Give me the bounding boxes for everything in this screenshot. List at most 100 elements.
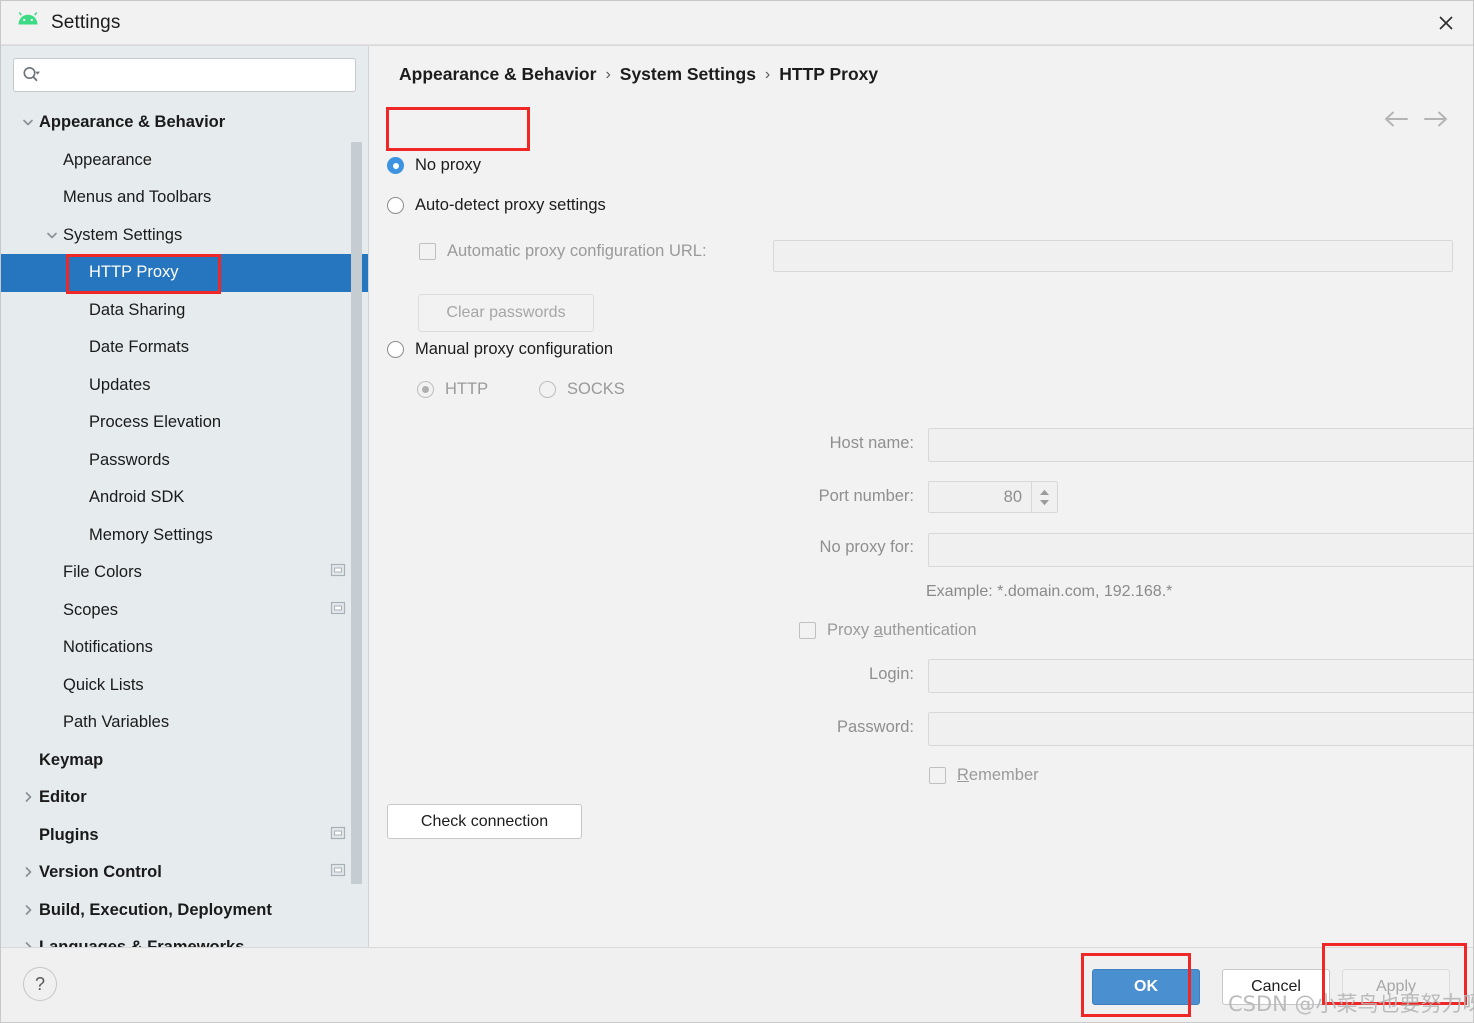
tree-toggle [67,304,89,316]
settings-tree[interactable]: Appearance & Behavior Appearance Menus and… [1,104,368,947]
sidebar-item-label: Passwords [89,450,170,469]
check-connection-button[interactable]: Check connection [387,804,582,839]
sidebar-scrollbar[interactable] [351,142,362,884]
sidebar-item-quick-lists[interactable]: Quick Lists [1,667,368,705]
sidebar-item-editor[interactable]: Editor [1,779,368,817]
checkbox-auto-pac[interactable]: Automatic proxy configuration URL: [419,242,707,261]
module-badge-icon [330,864,346,877]
radio-label-http: HTTP [445,380,489,398]
radio-protocol-socks[interactable]: SOCKS [539,380,625,399]
help-button[interactable]: ? [23,967,57,1001]
module-badge-icon [330,863,346,882]
sidebar-item-android-sdk[interactable]: Android SDK [1,479,368,517]
radio-no-proxy[interactable]: No proxy [387,156,481,175]
tree-toggle [67,267,89,279]
sidebar-item-data-sharing[interactable]: Data Sharing [1,292,368,330]
sidebar-item-label: Appearance [63,150,152,169]
sidebar-item-menus-and-toolbars[interactable]: Menus and Toolbars [1,179,368,217]
sidebar-item-appearance[interactable]: Appearance [1,142,368,180]
radio-label-no-proxy: No proxy [415,156,482,174]
sidebar-item-keymap[interactable]: Keymap [1,742,368,780]
sidebar-item-file-colors[interactable]: File Colors [1,554,368,592]
module-badge-icon [330,601,346,620]
tree-toggle[interactable] [17,116,39,129]
login-input[interactable] [928,659,1473,693]
tree-toggle[interactable] [17,866,39,879]
chevron-right-icon[interactable] [22,791,35,804]
sidebar-item-plugins[interactable]: Plugins [1,817,368,855]
sidebar-item-process-elevation[interactable]: Process Elevation [1,404,368,442]
no-proxy-for-input[interactable] [928,533,1473,567]
example-note: Example: *.domain.com, 192.168.* [926,583,1173,600]
sidebar-item-appearance-behavior[interactable]: Appearance & Behavior [1,104,368,142]
module-badge-icon [330,564,346,577]
chevron-right-icon[interactable] [22,866,35,879]
auto-pac-url-input[interactable] [773,240,1453,272]
radio-label-auto-detect: Auto-detect proxy settings [415,196,606,214]
radio-protocol-http[interactable]: HTTP [417,380,488,399]
radio-indicator-no-proxy [387,157,404,174]
search-input[interactable] [48,66,347,84]
tree-toggle [41,567,63,579]
settings-main-panel: Appearance & Behavior › System Settings … [369,46,1473,947]
password-input[interactable] [928,712,1473,746]
tree-toggle[interactable] [17,791,39,804]
sidebar-item-memory-settings[interactable]: Memory Settings [1,517,368,555]
password-label: Password: [836,718,914,736]
sidebar-item-label: Plugins [39,825,99,844]
checkbox-label-remember: Remember [957,766,1039,784]
port-number-stepper[interactable]: 80 [928,481,1058,513]
sidebar-item-languages-frameworks[interactable]: Languages & Frameworks [1,929,368,947]
stepper-arrows[interactable] [1031,482,1057,512]
tree-toggle [67,342,89,354]
tree-toggle [67,529,89,541]
title-bar: Settings [1,1,1473,45]
sidebar-item-passwords[interactable]: Passwords [1,442,368,480]
sidebar-item-version-control[interactable]: Version Control [1,854,368,892]
sidebar-item-label: Scopes [63,600,119,619]
sidebar-item-date-formats[interactable]: Date Formats [1,329,368,367]
sidebar-item-label: Path Variables [63,713,170,732]
window-title: Settings [51,11,121,33]
tree-toggle [67,417,89,429]
sidebar-item-scopes[interactable]: Scopes [1,592,368,630]
radio-indicator-socks [539,381,556,398]
radio-indicator-auto-detect [387,197,404,214]
sidebar-item-label: Languages & Frameworks [39,938,244,947]
sidebar-item-build-execution-deployment[interactable]: Build, Execution, Deployment [1,892,368,930]
sidebar-item-notifications[interactable]: Notifications [1,629,368,667]
sidebar-item-label: Notifications [63,638,153,657]
radio-auto-detect[interactable]: Auto-detect proxy settings [387,196,606,215]
tree-toggle[interactable] [41,229,63,242]
clear-passwords-button[interactable]: Clear passwords [418,294,594,332]
chevron-right-icon[interactable] [22,904,35,917]
chevron-down-icon[interactable] [46,229,59,242]
checkbox-label-auto-pac: Automatic proxy configuration URL: [447,242,707,260]
tree-toggle[interactable] [17,904,39,917]
checkbox-proxy-authentication[interactable]: Proxy authentication [799,621,977,640]
check-connection-label: Check connection [420,812,549,830]
sidebar-item-label: Memory Settings [89,525,213,544]
chevron-down-icon[interactable] [22,116,35,129]
host-name-input[interactable] [928,428,1473,462]
settings-dialog: Settings Appearance & Behavior Appearanc… [0,0,1474,1023]
radio-manual-proxy[interactable]: Manual proxy configuration [387,340,613,359]
sidebar-item-http-proxy[interactable]: HTTP Proxy [1,254,368,292]
sidebar-item-label: Process Elevation [89,413,222,432]
ok-button[interactable]: OK [1092,969,1200,1005]
search-box[interactable] [13,58,356,92]
tree-toggle [41,192,63,204]
sidebar-item-label: File Colors [63,563,142,582]
checkbox-remember[interactable]: Remember [929,766,1039,785]
sidebar-item-updates[interactable]: Updates [1,367,368,405]
login-label: Login: [869,665,914,683]
close-icon[interactable] [1419,1,1473,44]
sidebar-item-path-variables[interactable]: Path Variables [1,704,368,742]
sidebar-item-label: Updates [89,375,151,394]
tree-toggle [41,154,63,166]
watermark: CSDN @小菜鸟也要努力呀 [1228,992,1474,1016]
tree-toggle [17,754,39,766]
sidebar-item-label: Appearance & Behavior [39,113,226,132]
module-badge-icon [330,601,346,614]
sidebar-item-system-settings[interactable]: System Settings [1,217,368,255]
